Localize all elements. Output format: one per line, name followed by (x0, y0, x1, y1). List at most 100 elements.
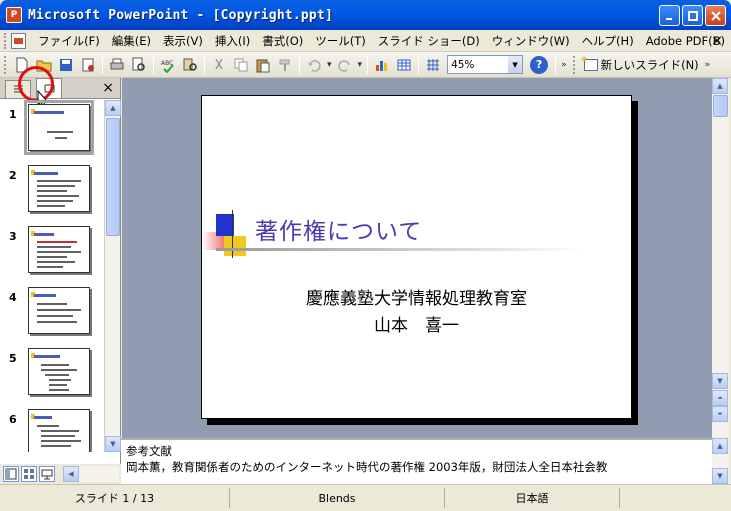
insert-chart-button[interactable] (371, 54, 393, 76)
undo-icon (308, 59, 321, 72)
normal-view-button[interactable] (3, 466, 19, 482)
notes-pane[interactable]: 参考文献 岡本薫，教育関係者のためのインターネット時代の著作権 2003年版，財… (121, 438, 712, 484)
permission-button[interactable] (77, 54, 99, 76)
insert-table-button[interactable] (393, 54, 415, 76)
scroll-down-icon[interactable]: ▼ (712, 468, 728, 484)
save-button[interactable] (55, 54, 77, 76)
maximize-icon (687, 10, 698, 21)
print-preview-icon (132, 57, 145, 71)
list-item[interactable]: 2 (0, 161, 104, 222)
cut-button[interactable] (208, 54, 230, 76)
grid-button[interactable] (422, 54, 444, 76)
slide-author[interactable]: 山本 喜一 (202, 311, 631, 336)
powerpoint-app-icon[interactable]: P (6, 7, 22, 23)
menu-view[interactable]: 表示(V) (157, 30, 209, 52)
menu-window[interactable]: ウィンドウ(W) (486, 30, 576, 52)
language-indicator: 日本語 (445, 488, 620, 508)
help-button[interactable]: ? (530, 55, 549, 74)
scroll-up-icon[interactable]: ▲ (105, 100, 121, 116)
redo-dropdown[interactable]: ▾ (356, 60, 365, 70)
scroll-thumb[interactable] (106, 118, 120, 236)
research-icon (183, 58, 197, 71)
slide-thumbnail[interactable] (28, 165, 90, 212)
formatting-toolbar-grip[interactable] (572, 55, 577, 74)
close-icon (710, 10, 721, 21)
menu-file[interactable]: ファイル(F) (32, 30, 106, 52)
toolbar-options-chevron[interactable]: » (559, 60, 569, 70)
undo-button[interactable] (303, 54, 325, 76)
print-button[interactable] (106, 54, 128, 76)
thumbnail-scrollbar[interactable]: ▲ ▼ (104, 100, 121, 452)
slide-thumbnail[interactable] (28, 409, 90, 452)
slide-scrollbar[interactable]: ▲ ▼ ⏶ ⏷ (712, 78, 729, 438)
spelling-button[interactable]: ABC (157, 54, 179, 76)
list-item[interactable]: 3 (0, 222, 104, 283)
new-slide-label: 新しいスライド(N) (600, 57, 699, 72)
slide-subtitle[interactable]: 慶應義塾大学情報処理教育室 (202, 284, 631, 309)
minimize-button[interactable] (659, 5, 680, 26)
zoom-value: 45% (451, 58, 475, 71)
scroll-left-icon[interactable]: ◀ (63, 466, 79, 482)
maximize-button[interactable] (682, 5, 703, 26)
slide-canvas[interactable]: 著作権について 慶應義塾大学情報処理教育室 山本 喜一 (201, 95, 632, 419)
paste-icon (256, 59, 270, 72)
menu-insert[interactable]: 挿入(I) (209, 30, 256, 52)
notes-line: 岡本薫，教育関係者のためのインターネット時代の著作権 2003年版，財団法人全日… (126, 460, 608, 474)
notes-scrollbar[interactable]: ▲ ▼ (712, 438, 729, 484)
menu-tools[interactable]: ツール(T) (309, 30, 372, 52)
document-close-button[interactable]: × (711, 30, 723, 52)
document-icon[interactable] (10, 32, 27, 49)
slide-thumbnail-list: 1 2 3 4 5 6 (0, 100, 104, 452)
menu-edit[interactable]: 編集(E) (106, 30, 157, 52)
slide-thumbnail[interactable] (28, 287, 90, 334)
undo-dropdown[interactable]: ▾ (325, 60, 334, 70)
menu-bar: ファイル(F) 編集(E) 表示(V) 挿入(I) 書式(O) ツール(T) ス… (0, 30, 731, 52)
list-item[interactable]: 6 (0, 405, 104, 452)
redo-button[interactable] (334, 54, 356, 76)
scroll-thumb[interactable] (713, 95, 728, 117)
next-slide-icon[interactable]: ⏷ (712, 406, 728, 422)
slide-sorter-icon (24, 469, 34, 479)
toolbar-grip[interactable] (4, 55, 8, 74)
scroll-down-icon[interactable]: ▼ (712, 373, 728, 389)
slide-thumbnail[interactable] (28, 226, 90, 273)
formatting-toolbar-chevron[interactable]: » (703, 60, 713, 70)
copy-button[interactable] (230, 54, 252, 76)
format-painter-button[interactable] (274, 54, 296, 76)
list-item[interactable]: 4 (0, 283, 104, 344)
scroll-down-icon[interactable]: ▼ (105, 436, 121, 452)
research-button[interactable] (179, 54, 201, 76)
slide-number: 1 (9, 108, 17, 121)
print-icon (110, 58, 124, 69)
list-item[interactable]: 1 (0, 100, 104, 161)
slide-thumbnail[interactable] (28, 348, 90, 395)
slide-sorter-button[interactable] (21, 466, 37, 482)
pane-tabs: × (0, 66, 120, 108)
print-preview-button[interactable] (128, 54, 150, 76)
slide-thumbnail[interactable] (24, 100, 94, 155)
menu-grip[interactable] (4, 32, 8, 49)
scroll-up-icon[interactable]: ▲ (712, 78, 728, 94)
menu-format[interactable]: 書式(O) (256, 30, 309, 52)
notes-line: 参考文献 (126, 444, 172, 458)
window-title: Microsoft PowerPoint - [Copyright.ppt] (28, 7, 334, 23)
new-slide-icon (583, 58, 598, 71)
slide-title[interactable]: 著作権について (255, 212, 422, 246)
new-slide-button[interactable]: 新しいスライド(N) (580, 57, 703, 73)
title-bar: P Microsoft PowerPoint - [Copyright.ppt] (0, 0, 731, 30)
menu-help[interactable]: ヘルプ(H) (576, 30, 640, 52)
list-item[interactable]: 5 (0, 344, 104, 405)
horizontal-scrollbar[interactable]: ◀ (63, 466, 119, 482)
zoom-select[interactable]: 45% ▼ (447, 55, 524, 74)
menu-slideshow[interactable]: スライド ショー(D) (372, 30, 486, 52)
normal-view-icon (5, 468, 17, 480)
table-icon (397, 59, 411, 70)
slideshow-button[interactable] (39, 466, 55, 482)
pane-close-button[interactable]: × (102, 80, 114, 96)
slide-number: 2 (9, 169, 17, 182)
previous-slide-icon[interactable]: ⏶ (712, 390, 728, 406)
chevron-down-icon[interactable]: ▼ (508, 56, 523, 73)
paste-button[interactable] (252, 54, 274, 76)
close-window-button[interactable] (705, 5, 726, 26)
scroll-up-icon[interactable]: ▲ (712, 438, 728, 454)
